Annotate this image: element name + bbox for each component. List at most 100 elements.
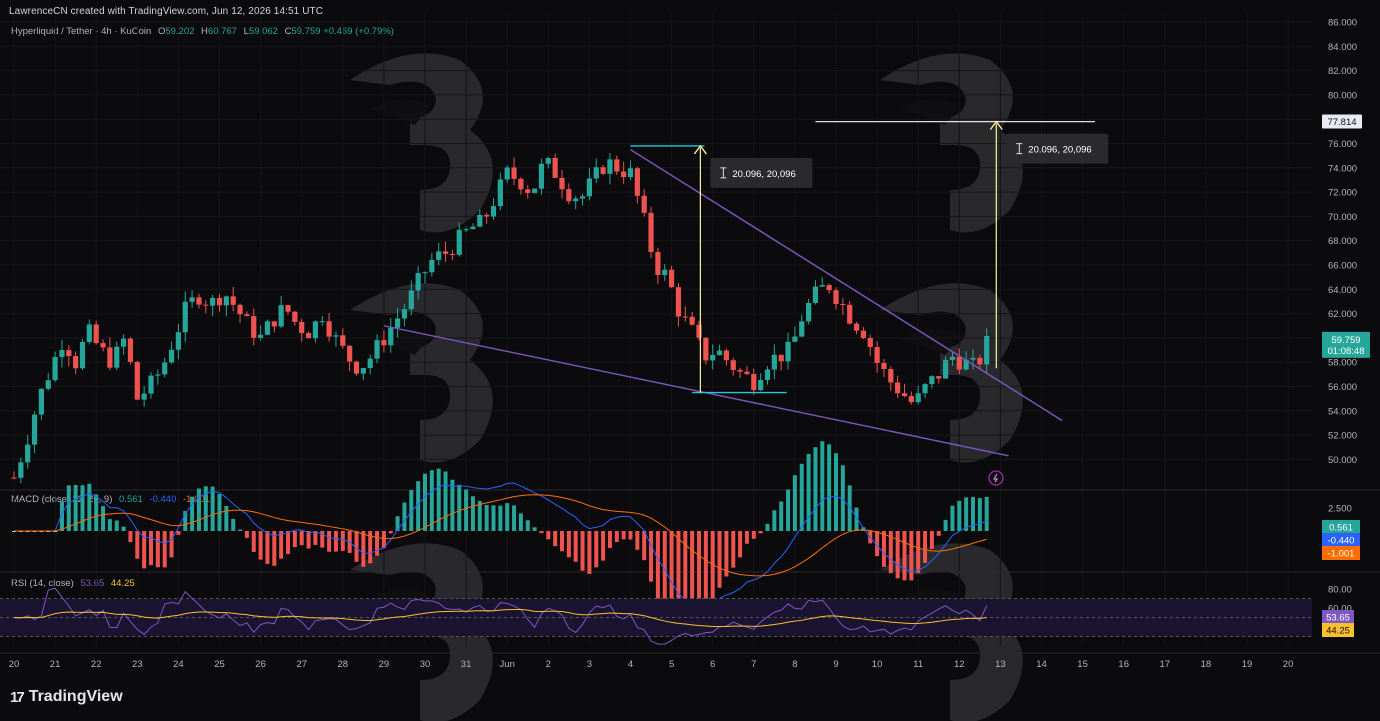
macd-histogram-bar — [429, 470, 434, 531]
macd-histogram-bar — [813, 447, 818, 531]
chart-stage: LawrenceCN created with TradingView.com,… — [0, 0, 1380, 721]
candle-body — [730, 360, 736, 370]
macd-histogram-bar — [94, 494, 99, 531]
price-chart[interactable]: 20.096, 20,096 20.096, 20,096 86.000 84.00… — [0, 0, 1380, 721]
macd-histogram-bar — [340, 531, 345, 551]
candle-body — [819, 285, 825, 287]
price-tick-label: 70.000 — [1328, 212, 1357, 223]
candle-body — [874, 347, 880, 363]
price-tick-label: 62.000 — [1328, 309, 1357, 320]
candle-body — [442, 251, 449, 254]
macd-histogram-bar — [128, 531, 133, 543]
macd-histogram-bar — [279, 531, 284, 559]
time-tick-label: 22 — [91, 659, 102, 670]
macd-histogram-bar — [107, 519, 112, 531]
candle-body — [764, 369, 771, 380]
candle-body — [559, 177, 565, 190]
candle-body — [52, 356, 58, 381]
macd-histogram-bar — [635, 531, 640, 550]
macd-histogram-bar — [614, 531, 619, 543]
candle-body — [607, 159, 613, 174]
macd-histogram-bar — [724, 531, 729, 577]
candle-body — [415, 273, 421, 291]
candle-body — [888, 368, 894, 383]
candle-body — [230, 296, 236, 305]
candle-body — [148, 375, 154, 394]
macd-histogram-bar — [286, 531, 290, 554]
price-tick-label: 72.000 — [1328, 188, 1357, 199]
candle-body — [463, 229, 469, 231]
candle-body — [669, 269, 675, 288]
candle-body — [401, 309, 408, 319]
candle-body — [251, 316, 257, 338]
price-tick-label: 74.000 — [1328, 163, 1357, 174]
candle-body — [675, 287, 682, 317]
candle-body — [703, 337, 709, 361]
candle-body — [45, 380, 51, 389]
candle-body — [853, 323, 860, 331]
time-tick-label: 6 — [710, 659, 715, 670]
tradingview-brand[interactable]: 17 TradingView — [10, 688, 123, 706]
candle-body — [388, 327, 394, 346]
macd-histogram-bar — [751, 531, 756, 539]
price-tick-label: 56.000 — [1328, 382, 1357, 393]
macd-histogram-bar — [505, 503, 510, 531]
macd-histogram-bar — [190, 496, 195, 531]
candle-body — [915, 393, 921, 403]
candle-body — [258, 334, 264, 338]
price-tick-label: 76.000 — [1328, 139, 1357, 150]
candle-body — [456, 229, 462, 255]
macd-histogram-bar — [607, 531, 612, 548]
price-tick-label: 82.000 — [1328, 66, 1357, 77]
candle-body — [538, 163, 545, 189]
macd-histogram-bar — [553, 531, 558, 547]
candle-body — [449, 253, 455, 255]
candle-body — [134, 361, 140, 400]
candle-body — [312, 321, 318, 339]
macd-histogram-bar — [902, 531, 907, 581]
macd-histogram-bar — [464, 489, 469, 531]
macd-histogram-bar — [210, 486, 215, 531]
macd-histogram-bar — [799, 463, 804, 531]
candle-body — [806, 302, 812, 322]
macd-histogram-bar — [258, 531, 263, 560]
candle-body — [778, 354, 784, 362]
macd-histogram-bar — [114, 520, 119, 531]
macd-histogram-bar — [847, 485, 852, 531]
time-tick-label: 4 — [628, 659, 633, 670]
macd-histogram-bar — [101, 506, 106, 531]
macd-histogram-bar — [744, 531, 749, 544]
candle-body — [25, 444, 31, 463]
macd-histogram-bar — [731, 531, 736, 568]
macd-histogram-bar — [375, 531, 380, 556]
candle-body — [593, 167, 599, 179]
time-tick-label: 16 — [1118, 659, 1129, 670]
candle-body — [833, 290, 839, 304]
time-tick-label: 30 — [420, 659, 431, 670]
price-tick-label: 52.000 — [1328, 431, 1357, 442]
time-tick-label: 15 — [1077, 659, 1088, 670]
candle-body — [552, 157, 558, 178]
macd-histogram-bar — [964, 497, 969, 531]
candles — [11, 152, 990, 484]
time-tick-label: 11 — [913, 659, 923, 670]
macd-histogram-bar — [601, 531, 606, 561]
macd-histogram-bar — [491, 505, 496, 531]
candle-body — [271, 321, 277, 327]
candle-body — [264, 321, 271, 335]
watermark-logo-icon — [880, 53, 1023, 233]
candle-body — [299, 321, 305, 334]
candle-body — [210, 297, 216, 306]
candle-body — [114, 346, 120, 368]
candle-body — [785, 341, 791, 362]
macd-histogram-bar — [834, 453, 838, 531]
target-price-badge: 77.814 — [1327, 117, 1356, 128]
macd-histogram-bar — [169, 531, 174, 558]
watermark-logo-icon — [350, 283, 493, 463]
candle-body — [360, 368, 366, 374]
candle-body — [901, 393, 908, 397]
price-tick-label: 54.000 — [1328, 406, 1357, 417]
time-tick-label: 19 — [1242, 659, 1253, 670]
time-tick-label: 18 — [1201, 659, 1212, 670]
candle-body — [532, 188, 538, 193]
